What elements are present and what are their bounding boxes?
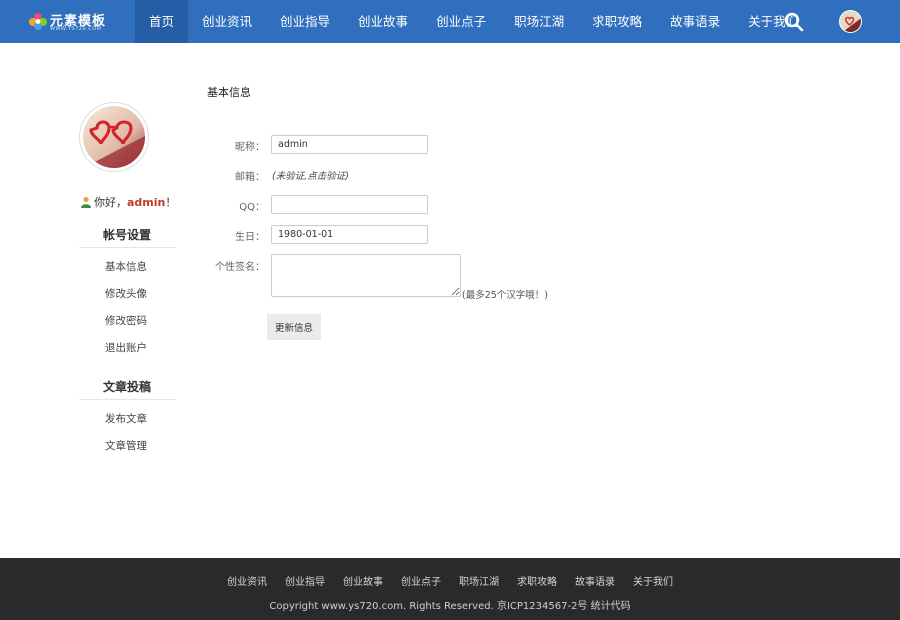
nickname-label: 昵称： bbox=[235, 142, 265, 153]
footer-link-2[interactable]: 创业故事 bbox=[343, 573, 383, 588]
email-verify-link[interactable]: (未验证,点击验证) bbox=[272, 168, 349, 182]
nav-item-0[interactable]: 首页 bbox=[135, 0, 189, 43]
qq-input[interactable] bbox=[271, 195, 428, 214]
nav-item-6[interactable]: 求职攻略 bbox=[578, 0, 656, 43]
avatar-heart-glasses-icon bbox=[840, 11, 861, 32]
account-settings-title: 帐号设置 bbox=[79, 226, 175, 248]
profile-avatar[interactable] bbox=[79, 102, 149, 172]
main-nav: 首页 创业资讯 创业指导 创业故事 创业点子 职场江湖 求职攻略 故事语录 关于我们 bbox=[135, 0, 812, 43]
sidebar-item-account_items-0[interactable]: 基本信息 bbox=[105, 259, 147, 274]
footer-link-6[interactable]: 故事语录 bbox=[575, 573, 615, 588]
nav-item-1[interactable]: 创业资讯 bbox=[188, 0, 266, 43]
update-info-button[interactable]: 更新信息 bbox=[267, 314, 321, 340]
greeting-prefix: 你好， bbox=[94, 196, 127, 209]
footer-link-1[interactable]: 创业指导 bbox=[285, 573, 325, 588]
signature-textarea[interactable] bbox=[271, 254, 461, 297]
qq-label: QQ： bbox=[239, 202, 265, 213]
nav-item-4[interactable]: 创业点子 bbox=[422, 0, 500, 43]
greeting: 你好，admin！ bbox=[80, 194, 180, 210]
header-avatar[interactable] bbox=[839, 10, 862, 33]
sidebar-item-posts_items-0[interactable]: 发布文章 bbox=[105, 411, 147, 426]
top-header: 元素模板 WWW.YS720.COM 首页 创业资讯 创业指导 创业故事 创业点子 职场江… bbox=[0, 0, 900, 43]
site-logo[interactable]: 元素模板 WWW.YS720.COM bbox=[28, 9, 108, 35]
footer-link-0[interactable]: 创业资讯 bbox=[227, 573, 267, 588]
signature-hint: (最多25个汉字哦！) bbox=[462, 290, 549, 301]
nav-item-7[interactable]: 故事语录 bbox=[656, 0, 734, 43]
sidebar-item-account_items-2[interactable]: 修改密码 bbox=[105, 313, 147, 328]
user-icon bbox=[81, 196, 91, 208]
birthday-input[interactable] bbox=[271, 225, 428, 244]
footer-nav: 创业资讯 创业指导 创业故事 创业点子 职场江湖 求职攻略 故事语录 关于我们 bbox=[0, 573, 900, 588]
sidebar-item-posts_items-1[interactable]: 文章管理 bbox=[105, 438, 147, 453]
nav-item-3[interactable]: 创业故事 bbox=[344, 0, 422, 43]
nickname-input[interactable] bbox=[271, 135, 428, 154]
footer-link-3[interactable]: 创业点子 bbox=[401, 573, 441, 588]
sidebar-item-account_items-3[interactable]: 退出账户 bbox=[105, 340, 147, 355]
search-icon[interactable] bbox=[784, 12, 804, 32]
email-label: 邮箱： bbox=[235, 172, 265, 183]
footer-link-4[interactable]: 职场江湖 bbox=[459, 573, 499, 588]
greeting-username: admin bbox=[127, 196, 166, 209]
footer-link-7[interactable]: 关于我们 bbox=[633, 573, 673, 588]
logo-flower-icon bbox=[29, 13, 47, 30]
greeting-suffix: ！ bbox=[165, 196, 177, 209]
copyright-text: Copyright www.ys720.com. Rights Reserved… bbox=[269, 601, 631, 612]
footer-link-5[interactable]: 求职攻略 bbox=[517, 573, 557, 588]
nav-item-5[interactable]: 职场江湖 bbox=[500, 0, 578, 43]
avatar-heart-glasses-icon bbox=[83, 106, 145, 168]
nav-item-2[interactable]: 创业指导 bbox=[266, 0, 344, 43]
posts-title: 文章投稿 bbox=[79, 378, 175, 400]
sidebar-item-account_items-1[interactable]: 修改头像 bbox=[105, 286, 147, 301]
birthday-label: 生日： bbox=[235, 232, 265, 243]
form-title: 基本信息 bbox=[207, 86, 251, 99]
signature-label: 个性签名： bbox=[215, 262, 265, 273]
logo-domain: WWW.YS720.COM bbox=[50, 26, 102, 32]
footer: 创业资讯 创业指导 创业故事 创业点子 职场江湖 求职攻略 故事语录 关于我们 Copyrig… bbox=[0, 558, 900, 620]
